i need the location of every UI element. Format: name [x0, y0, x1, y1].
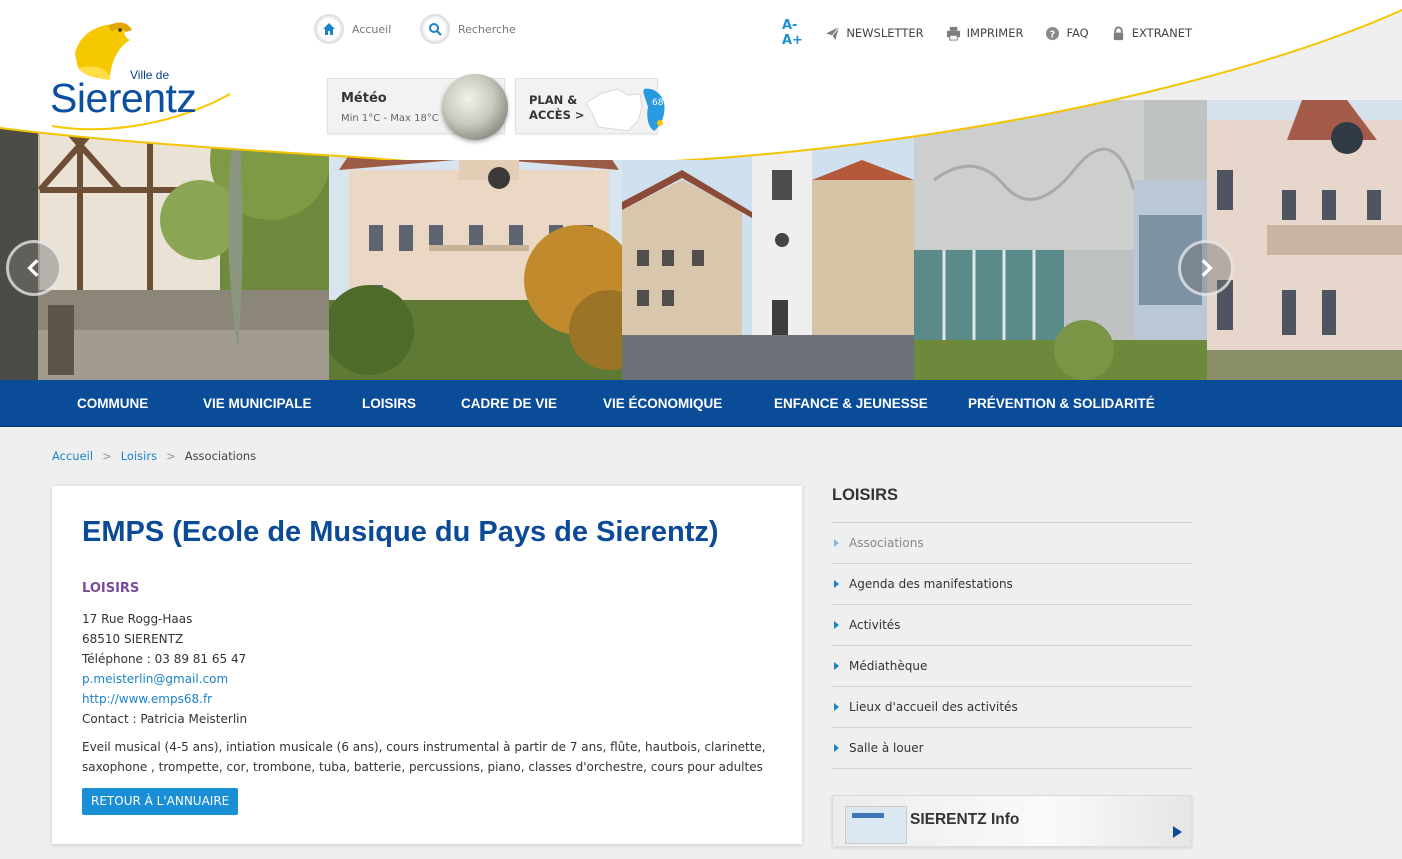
back-to-directory-button[interactable]: RETOUR À L'ANNUAIRE — [82, 788, 239, 815]
page-title: EMPS (Ecole de Musique du Pays de Sieren… — [82, 516, 719, 548]
sidebar-item-mediatheque[interactable]: Médiathèque — [832, 646, 1192, 687]
site-logo[interactable]: Ville de Sierentz — [50, 18, 250, 133]
address-line-2: 68510 SIERENTZ — [82, 632, 184, 646]
triangle-right-icon — [834, 539, 839, 547]
font-size-toggle[interactable]: A- A+ — [782, 18, 803, 48]
moon-icon — [442, 74, 508, 140]
newsletter-label: NEWSLETTER — [846, 26, 924, 40]
question-icon: ? — [1046, 26, 1060, 40]
print-link[interactable]: IMPRIMER — [946, 26, 1024, 41]
search-link[interactable]: Recherche — [420, 14, 516, 44]
nav-item-vie-economique[interactable]: VIE ÉCONOMIQUE — [603, 380, 722, 427]
print-label: IMPRIMER — [966, 26, 1024, 40]
sidebar-item-activites[interactable]: Activités — [832, 605, 1192, 646]
chevron-right-icon — [1201, 259, 1213, 277]
address-line-1: 17 Rue Rogg-Haas — [82, 612, 193, 626]
plan-access-label: PLAN & ACCÈS > — [529, 93, 585, 122]
contact-details: 17 Rue Rogg-Haas 68510 SIERENTZ Téléphon… — [82, 609, 247, 729]
home-link[interactable]: Accueil — [314, 14, 391, 44]
printer-icon — [946, 26, 960, 41]
breadcrumb-home[interactable]: Accueil — [52, 449, 93, 463]
nav-item-loisirs[interactable]: LOISIRS — [362, 380, 416, 427]
logo-name: Sierentz — [50, 75, 197, 121]
promo-label: SIERENTZ Info — [910, 811, 1020, 828]
triangle-right-icon — [834, 580, 839, 588]
site-header: Ville de Sierentz Accueil Recherche A- A… — [0, 0, 1402, 160]
sidebar-item-label: Lieux d'accueil des activités — [849, 700, 1018, 714]
triangle-right-icon — [834, 744, 839, 752]
svg-text:?: ? — [1050, 29, 1055, 40]
sidebar-title: LOISIRS — [832, 486, 1192, 523]
nav-item-commune[interactable]: COMMUNE — [77, 380, 148, 427]
breadcrumb-separator: > — [166, 449, 176, 463]
paper-plane-icon — [826, 26, 840, 40]
category-label: LOISIRS — [82, 581, 140, 596]
plan-access-widget[interactable]: PLAN & ACCÈS > 68 — [515, 78, 665, 134]
sierentz-info-promo[interactable]: SIERENTZ Info — [832, 795, 1192, 847]
sidebar-item-label: Activités — [849, 618, 901, 632]
search-link-label: Recherche — [458, 22, 516, 36]
association-card: EMPS (Ecole de Musique du Pays de Sieren… — [52, 486, 802, 844]
sidebar-item-label: Agenda des manifestations — [849, 577, 1013, 591]
triangle-right-icon — [834, 662, 839, 670]
sidebar: LOISIRS Associations Agenda des manifest… — [832, 486, 1192, 769]
nav-item-vie-municipale[interactable]: VIE MUNICIPALE — [203, 380, 312, 427]
breadcrumb-separator: > — [102, 449, 112, 463]
header-tools: A- A+ NEWSLETTER IMPRIMER ? FAQ EXTRANET — [782, 18, 1192, 48]
breadcrumb-current: Associations — [184, 449, 257, 463]
sidebar-item-label: Médiathèque — [849, 659, 928, 673]
carousel-next-button[interactable] — [1178, 240, 1234, 296]
department-number: 68 — [652, 98, 664, 108]
faq-link[interactable]: ? FAQ — [1045, 26, 1089, 41]
breadcrumb-loisirs[interactable]: Loisirs — [121, 449, 157, 463]
association-description: Eveil musical (4-5 ans), intiation music… — [82, 740, 766, 774]
triangle-right-icon — [834, 621, 839, 629]
home-icon — [314, 14, 344, 44]
carousel-prev-button[interactable] — [6, 240, 62, 296]
search-icon — [420, 14, 450, 44]
phone-number: Téléphone : 03 89 81 65 47 — [82, 652, 247, 666]
sidebar-item-salle-a-louer[interactable]: Salle à louer — [832, 728, 1192, 769]
home-link-label: Accueil — [352, 22, 392, 36]
weather-title: Météo — [341, 91, 387, 106]
newsletter-link[interactable]: NEWSLETTER — [825, 26, 924, 41]
faq-label: FAQ — [1066, 26, 1089, 40]
sidebar-item-label: Associations — [849, 536, 924, 550]
sidebar-item-lieux-accueil[interactable]: Lieux d'accueil des activités — [832, 687, 1192, 728]
sidebar-item-agenda[interactable]: Agenda des manifestations — [832, 564, 1192, 605]
sidebar-item-associations[interactable]: Associations — [832, 523, 1192, 564]
nav-item-enfance-jeunesse[interactable]: ENFANCE & JEUNESSE — [774, 380, 928, 427]
breadcrumb: Accueil > Loisirs > Associations — [52, 449, 256, 463]
contact-person: Contact : Patricia Meisterlin — [82, 712, 248, 726]
triangle-right-icon — [834, 703, 839, 711]
email-link[interactable]: p.meisterlin@gmail.com — [82, 672, 228, 686]
chevron-left-icon — [27, 259, 39, 277]
extranet-link[interactable]: EXTRANET — [1111, 26, 1192, 41]
magazine-thumbnail — [845, 806, 907, 844]
weather-widget[interactable]: Météo Min 1°C - Max 18°C — [327, 74, 508, 140]
france-map-icon: 68 — [585, 88, 665, 132]
extranet-label: EXTRANET — [1131, 26, 1192, 40]
sidebar-item-label: Salle à louer — [849, 741, 924, 755]
nav-item-cadre-de-vie[interactable]: CADRE DE VIE — [461, 380, 557, 427]
main-navigation: COMMUNE VIE MUNICIPALE LOISIRS CADRE DE … — [0, 380, 1402, 427]
lock-icon — [1113, 26, 1123, 40]
website-link[interactable]: http://www.emps68.fr — [82, 692, 212, 706]
nav-item-prevention-solidarite[interactable]: PRÉVENTION & SOLIDARITÉ — [968, 380, 1155, 427]
play-arrow-icon — [1173, 826, 1182, 838]
weather-range: Min 1°C - Max 18°C — [341, 113, 439, 124]
